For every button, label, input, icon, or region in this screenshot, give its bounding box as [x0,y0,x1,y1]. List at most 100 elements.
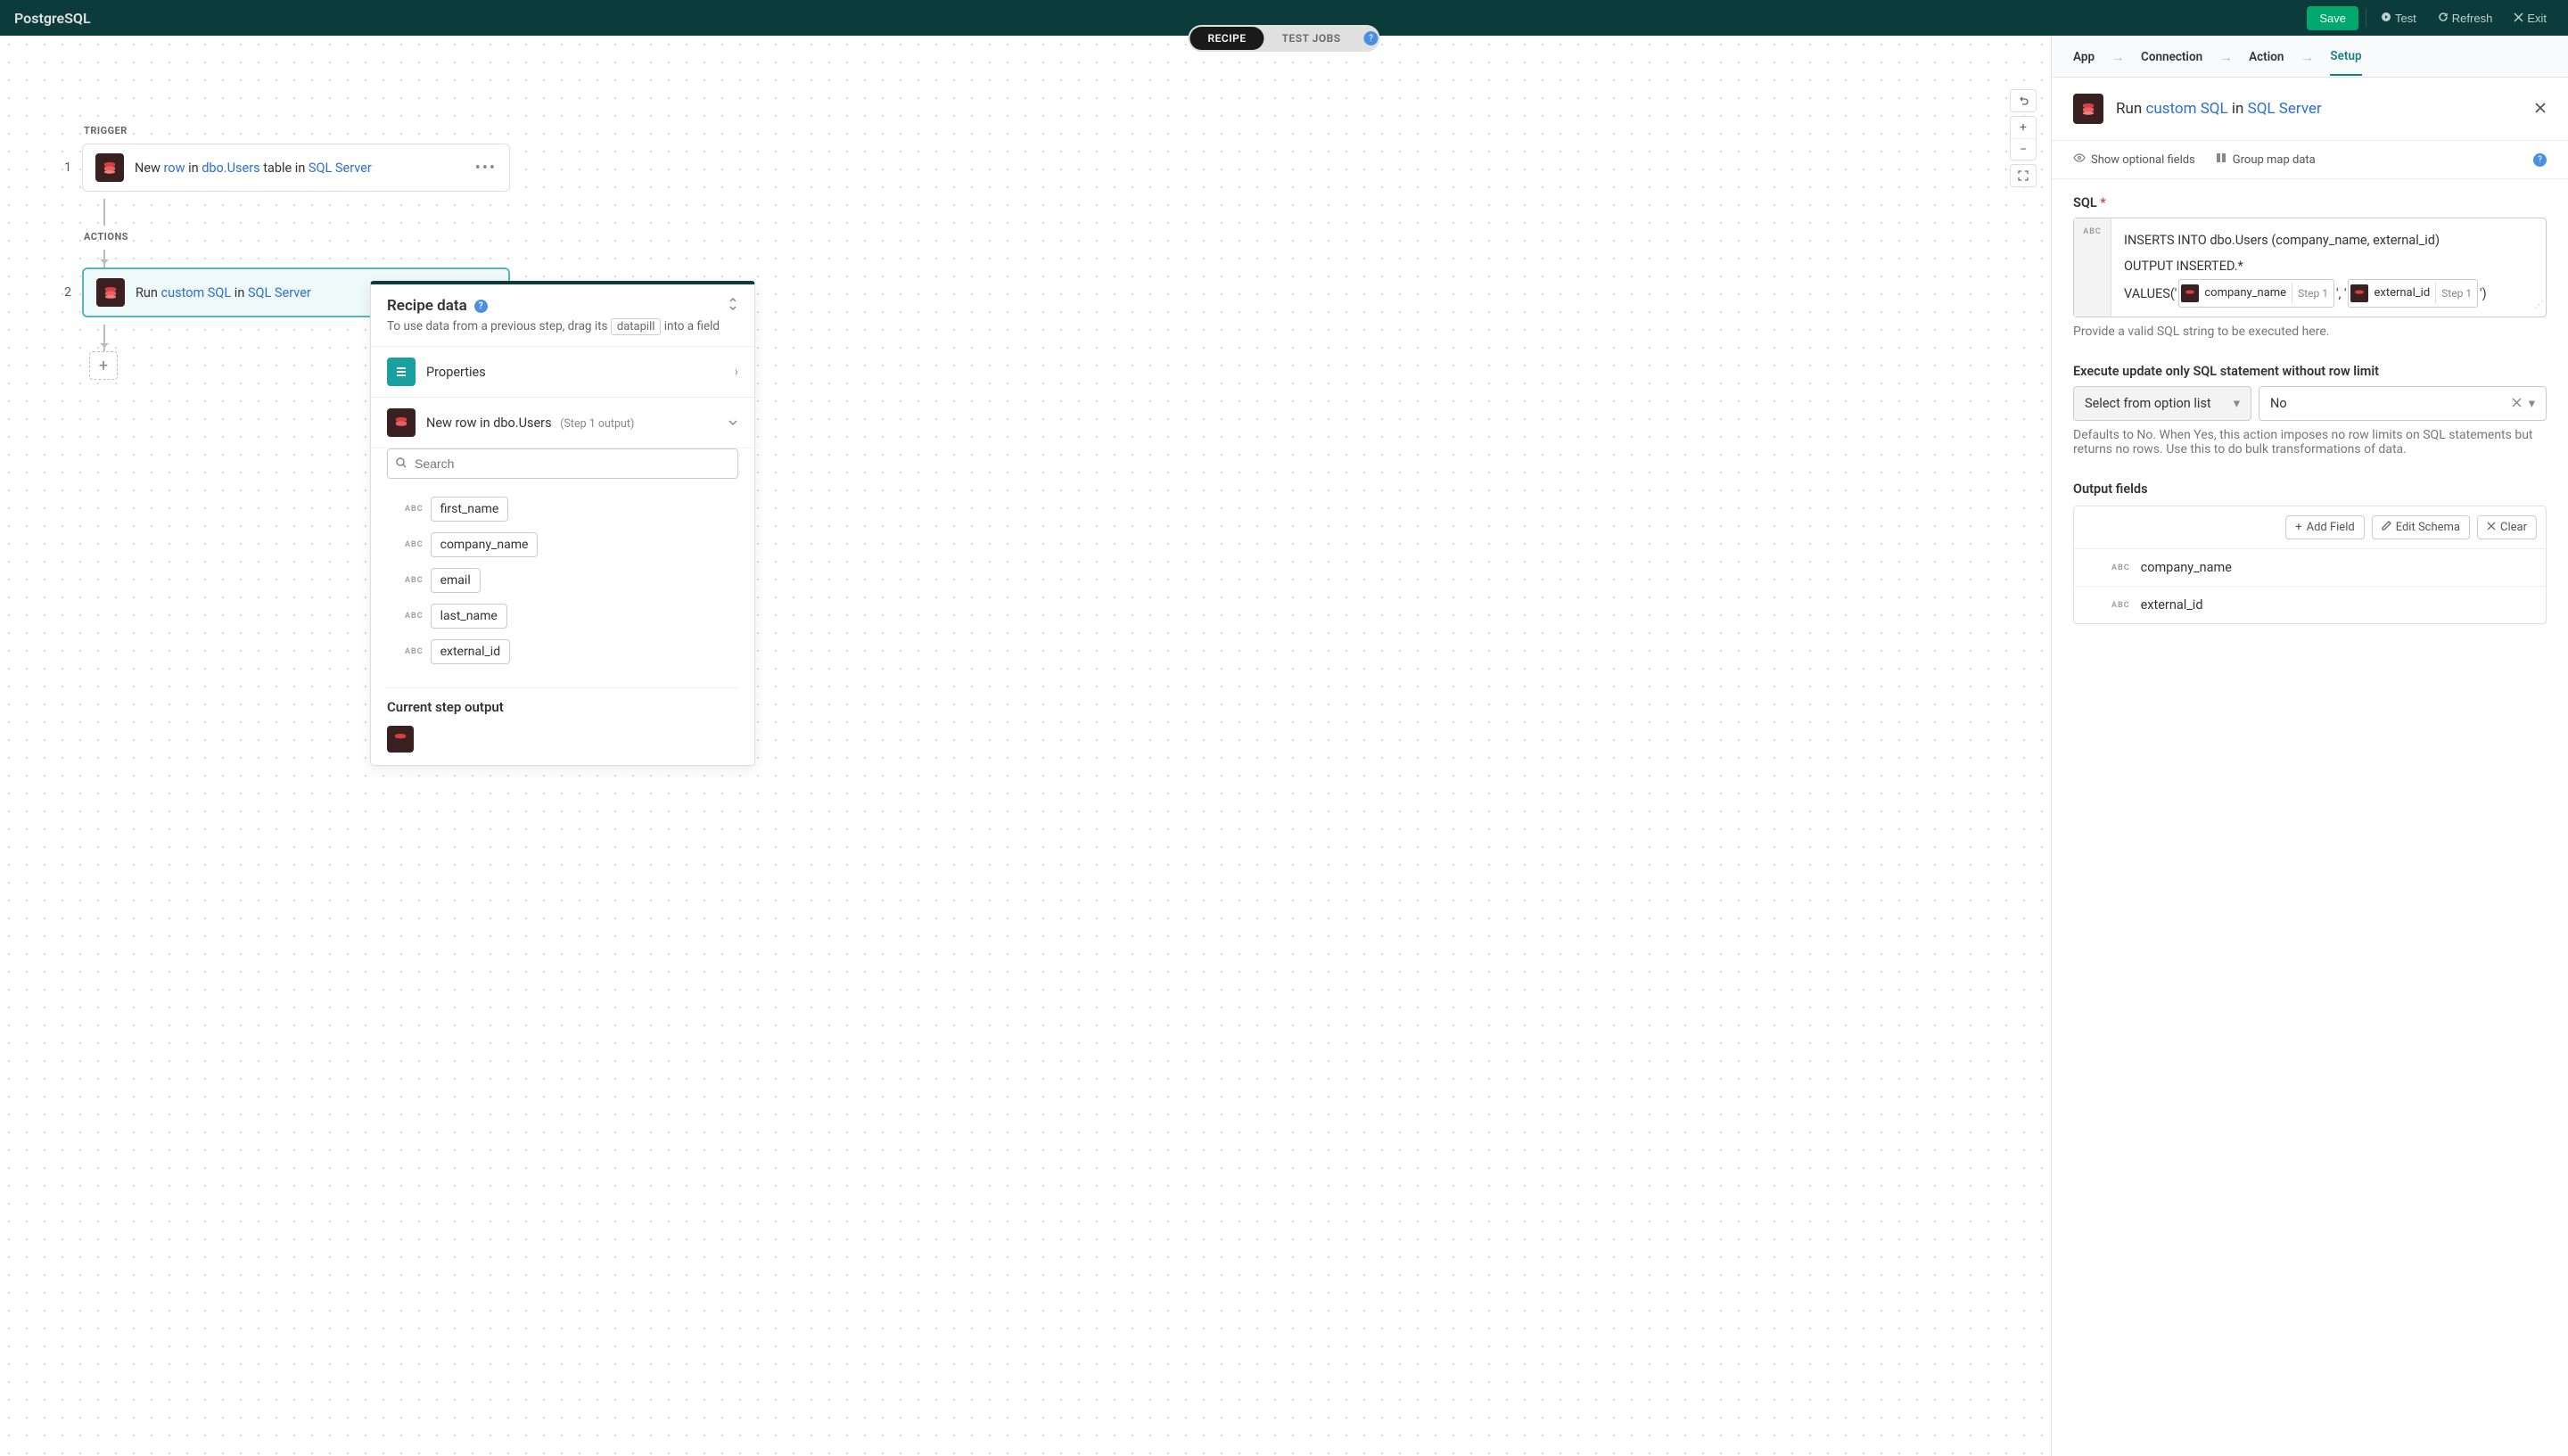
trigger-step-card[interactable]: New row in dbo.Users table in SQL Server… [82,144,510,192]
output-fields-container: + Add Field Edit Schema Clear ABC compan… [2073,506,2547,624]
add-step-button[interactable]: + [89,351,118,380]
canvas-controls: + − [2010,89,2037,187]
plus-icon: + [2295,521,2301,534]
sql-server-icon [2350,284,2368,302]
side-tabs: App → Connection → Action → Setup [2052,36,2568,78]
tab-action[interactable]: Action [2249,50,2284,75]
recipe-data-title: Recipe data ? [387,297,488,315]
close-icon [2487,521,2496,534]
tab-test-jobs[interactable]: TEST JOBS [1264,27,1359,50]
row-limit-value-select[interactable]: No ▾ [2259,386,2547,421]
type-badge: ABC [405,540,424,549]
sql-datapill-company-name[interactable]: company_name Step 1 [2178,279,2334,308]
sql-server-icon [95,153,124,182]
arrow-icon: → [2218,48,2233,77]
properties-icon [387,358,416,386]
workflow-canvas: + − TRIGGER 1 New row in dbo.Users table… [0,36,2051,1456]
type-badge: ABC [2111,601,2130,610]
actions-section-label: ACTIONS [84,231,1997,243]
sql-line: VALUES(' company_name Step 1 ', ' extern… [2124,279,2533,308]
sql-datapill-external-id[interactable]: external_id Step 1 [2348,279,2478,308]
main: + − TRIGGER 1 New row in dbo.Users table… [0,36,2568,1456]
clear-button[interactable]: Clear [2477,515,2537,539]
recipe-data-panel: Recipe data ? To use data from a previou… [370,281,755,766]
type-badge: ABC [2111,563,2130,572]
required-indicator: * [2100,195,2106,210]
edit-schema-button[interactable]: Edit Schema [2372,515,2470,539]
datapill-company-name[interactable]: company_name [431,532,539,557]
play-icon [2381,12,2391,25]
step-row: 2 Run custom SQL in SQL Server [54,267,1997,317]
sql-server-icon [387,726,414,753]
connector [103,199,105,226]
step-menu-button[interactable]: ••• [475,159,497,177]
tab-setup[interactable]: Setup [2330,49,2361,76]
output-field-name: external_id [2141,597,2203,613]
recipe-data-header: Recipe data ? To use data from a previou… [371,284,754,346]
caret-down-icon: ▾ [2234,396,2240,411]
datapill-email[interactable]: email [431,568,481,593]
properties-label: Properties [426,365,724,380]
search-input[interactable] [387,448,738,479]
step-output-label: New row in dbo.Users (Step 1 output) [426,415,717,431]
type-badge: ABC [405,576,424,585]
step-output-section[interactable]: New row in dbo.Users (Step 1 output) [371,397,754,448]
tab-recipe[interactable]: RECIPE [1189,27,1263,50]
clear-icon[interactable] [2512,396,2522,411]
output-fields-label: Output fields [2073,481,2547,497]
row-limit-mode-select[interactable]: Select from option list ▾ [2073,386,2251,421]
caret-down-icon: ▾ [2529,396,2535,411]
output-field-row[interactable]: ABC company_name [2074,548,2546,586]
sql-server-icon [387,408,416,437]
type-badge: ABC [405,505,424,514]
sql-line: OUTPUT INSERTED.* [2124,253,2533,279]
type-badge: ABC [405,647,424,656]
add-field-button[interactable]: + Add Field [2285,515,2365,539]
row-limit-controls: Select from option list ▾ No ▾ [2073,386,2547,421]
group-map-data-button[interactable]: Group map data [2215,152,2316,168]
zoom-in-button[interactable]: + [2011,117,2036,138]
test-button[interactable]: Test [2374,8,2424,29]
resize-handle[interactable]: ⋰ [2534,295,2544,315]
datapill-external-id[interactable]: external_id [431,639,510,664]
current-step-icon-row [371,726,754,765]
help-icon[interactable]: ? [2533,153,2547,167]
side-header-title: Run custom SQL in SQL Server [2116,100,2522,118]
divider [387,687,738,688]
sql-server-icon [96,278,125,307]
side-panel: App → Connection → Action → Setup Run cu… [2051,36,2568,1456]
fit-view-button[interactable] [2011,165,2036,186]
save-button[interactable]: Save [2307,6,2358,30]
zoom-out-button[interactable]: − [2011,138,2036,160]
close-button[interactable] [2534,100,2547,119]
datapill-last-name[interactable]: last_name [431,604,507,629]
help-icon[interactable]: ? [474,300,488,313]
type-badge: ABC [405,612,424,621]
close-icon [2514,12,2523,25]
sql-editor[interactable]: ABC INSERTS INTO dbo.Users (company_name… [2073,218,2547,317]
datapill-first-name[interactable]: first_name [431,497,509,522]
exit-label: Exit [2527,12,2547,25]
output-field-row[interactable]: ABC external_id [2074,586,2546,623]
exit-button[interactable]: Exit [2506,8,2554,29]
help-icon[interactable]: ? [1364,31,1379,45]
undo-button[interactable] [2011,90,2036,111]
sql-gutter: ABC [2074,218,2111,317]
sql-line: INSERTS INTO dbo.Users (company_name, ex… [2124,227,2533,253]
datapills-list: ABC first_name ABC company_name ABC emai… [371,488,754,680]
eye-icon [2073,152,2086,168]
output-fields-toolbar: + Add Field Edit Schema Clear [2074,506,2546,548]
tab-switcher: RECIPE TEST JOBS ? [1188,25,1379,52]
show-optional-fields-button[interactable]: Show optional fields [2073,152,2195,168]
datapill-row: ABC last_name [387,598,738,634]
properties-section[interactable]: Properties › [371,346,754,397]
collapse-icon[interactable] [728,298,738,314]
refresh-label: Refresh [2452,12,2493,25]
refresh-button[interactable]: Refresh [2431,8,2500,29]
page-title: PostgreSQL [14,10,91,27]
current-step-output-label: Current step output [371,695,754,726]
tab-app[interactable]: App [2073,50,2095,75]
tab-connection[interactable]: Connection [2141,50,2202,75]
recipe-data-subtitle: To use data from a previous step, drag i… [387,318,738,335]
sql-content[interactable]: INSERTS INTO dbo.Users (company_name, ex… [2111,218,2546,317]
